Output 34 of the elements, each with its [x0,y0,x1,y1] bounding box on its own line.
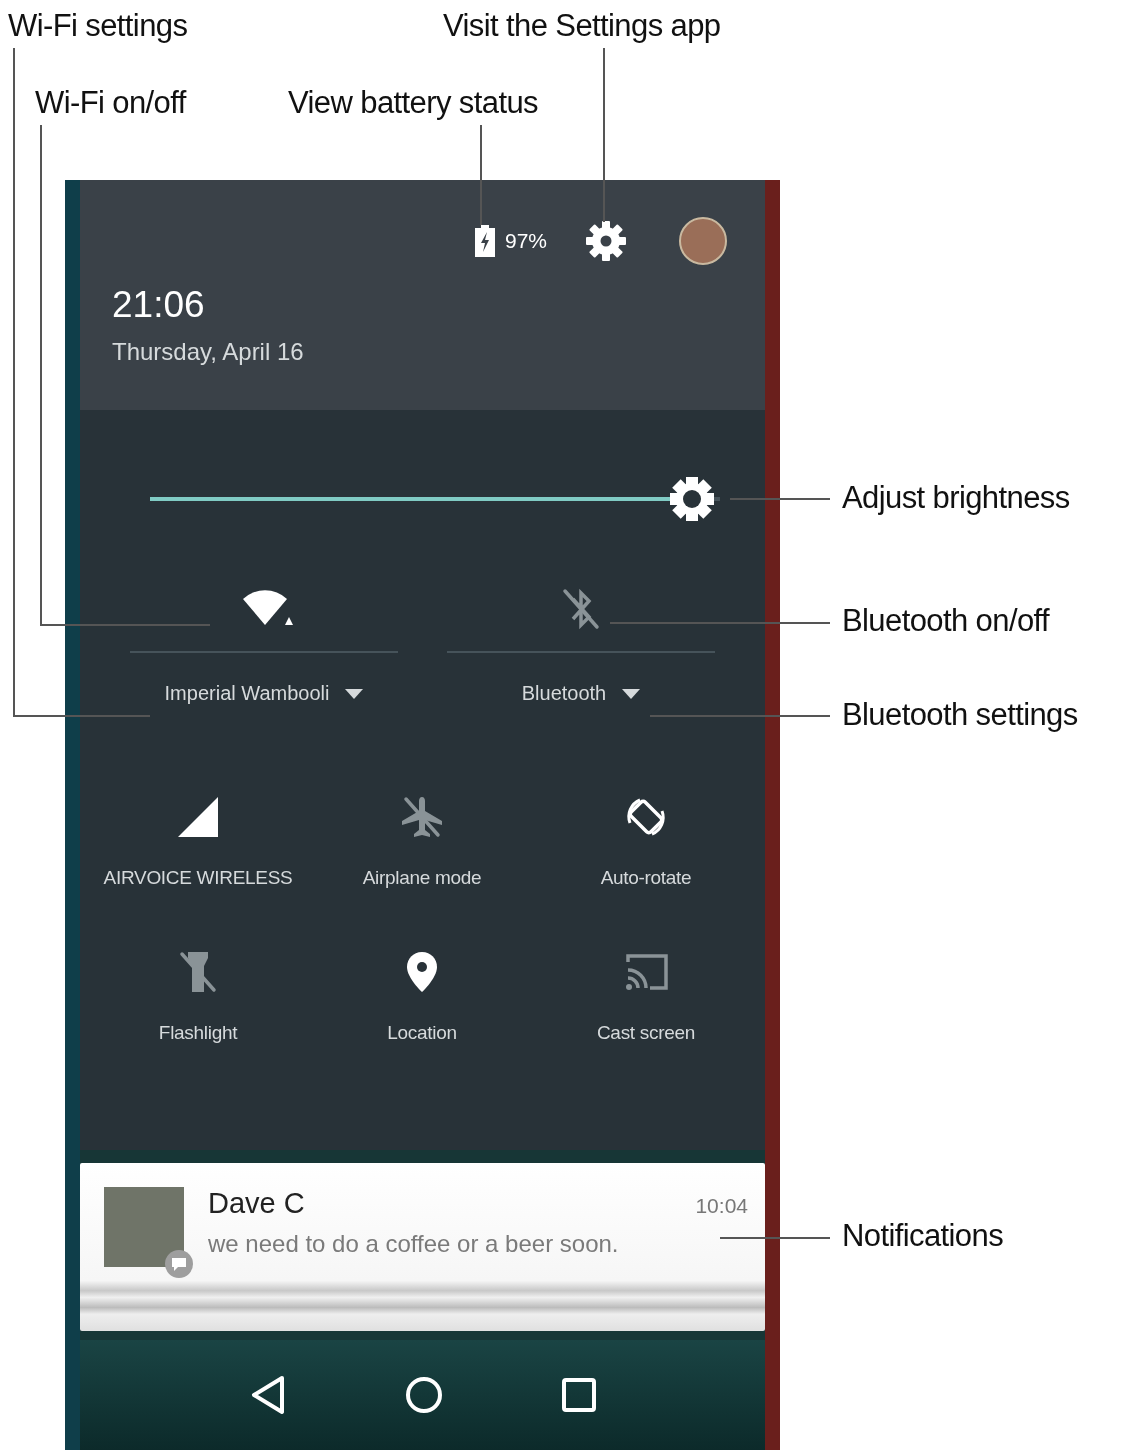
callout-label: Bluetooth settings [842,696,1078,734]
quick-setting-tile[interactable]: Cast screen [534,943,758,1044]
callout-label: Wi-Fi on/off [35,84,186,122]
avatar[interactable] [679,217,727,265]
quick-setting-tile[interactable]: AIRVOICE WIRELESS [86,788,310,889]
home-button[interactable] [404,1376,443,1414]
battery-charging-icon[interactable] [474,225,495,257]
callout-label: Notifications [842,1217,1004,1255]
battery-percentage: 97% [504,229,547,253]
notification-sender: Dave C [208,1187,305,1220]
quick-setting-tile[interactable]: Auto-rotate [534,788,758,889]
back-button[interactable] [249,1375,286,1415]
callout-label: View battery status [288,84,538,122]
dropdown-caret-icon [345,688,364,699]
callout-label: Wi-Fi settings [8,7,188,45]
quick-setting-tile[interactable]: Location [310,943,534,1044]
quick-setting-tile[interactable]: Flashlight [86,943,310,1044]
dropdown-caret-icon [622,688,641,699]
brightness-thumb-icon[interactable] [667,475,716,523]
callout-label: Visit the Settings app [443,7,721,45]
wifi-settings-dropdown[interactable]: Imperial Wambooli [164,678,364,709]
settings-icon[interactable] [585,220,627,262]
brightness-slider[interactable] [150,475,720,523]
notification-time: 10:04 [695,1194,748,1218]
date-text: Thursday, April 16 [112,338,305,366]
notification-card[interactable]: Dave C 10:04 we need to do a coffee or a beer soon. [80,1163,765,1331]
callout-label: Adjust brightness [842,479,1070,517]
quick-setting-tile[interactable]: Airplane mode [310,788,534,889]
clock-time: 21:06 [112,284,206,326]
recents-button[interactable] [561,1378,596,1412]
callout-label: Bluetooth on/off [842,602,1049,640]
notification-message: we need to do a coffee or a beer soon. [208,1230,620,1258]
bluetooth-settings-dropdown[interactable]: Bluetooth [521,678,641,709]
chat-badge-icon [164,1249,194,1279]
